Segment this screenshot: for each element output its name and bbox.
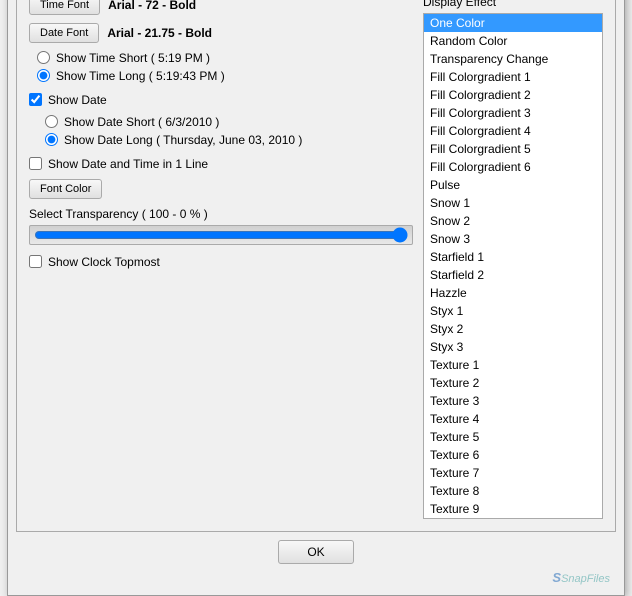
time-font-row: Time Font Arial - 72 - Bold xyxy=(29,0,413,15)
effect-item[interactable]: Snow 3 xyxy=(424,230,602,248)
ok-button[interactable]: OK xyxy=(278,540,353,564)
effect-item[interactable]: Starfield 2 xyxy=(424,266,602,284)
effect-item[interactable]: Snow 1 xyxy=(424,194,602,212)
effect-item[interactable]: Texture 6 xyxy=(424,446,602,464)
show-date-checkbox[interactable] xyxy=(29,93,42,106)
show-date-short-radio[interactable] xyxy=(45,115,58,128)
show-clock-topmost-label: Show Clock Topmost xyxy=(48,255,160,269)
show-time-short-radio[interactable] xyxy=(37,51,50,64)
show-date-long-option[interactable]: Show Date Long ( Thursday, June 03, 2010… xyxy=(45,133,413,147)
effect-item[interactable]: Random Color xyxy=(424,32,602,50)
effect-item[interactable]: Starfield 1 xyxy=(424,248,602,266)
show-date-long-radio[interactable] xyxy=(45,133,58,146)
show-clock-topmost-checkbox[interactable] xyxy=(29,255,42,268)
transparency-label: Select Transparency ( 100 - 0 % ) xyxy=(29,207,413,221)
effect-item[interactable]: Styx 2 xyxy=(424,320,602,338)
effect-item[interactable]: Texture 3 xyxy=(424,392,602,410)
effect-item[interactable]: Fill Colorgradient 5 xyxy=(424,140,602,158)
effect-item[interactable]: Texture 2 xyxy=(424,374,602,392)
effect-item[interactable]: Hazzle xyxy=(424,284,602,302)
effect-item[interactable]: Texture 8 xyxy=(424,482,602,500)
right-panel: Display Effect One ColorRandom ColorTran… xyxy=(423,0,603,519)
show-date-short-label: Show Date Short ( 6/3/2010 ) xyxy=(64,115,219,129)
show-time-long-radio[interactable] xyxy=(37,69,50,82)
show-date-long-label: Show Date Long ( Thursday, June 03, 2010… xyxy=(64,133,302,147)
effect-item[interactable]: Fill Colorgradient 3 xyxy=(424,104,602,122)
show-clock-topmost-row[interactable]: Show Clock Topmost xyxy=(29,255,413,269)
effect-item[interactable]: One Color xyxy=(424,14,602,32)
effect-item[interactable]: Fill Colorgradient 4 xyxy=(424,122,602,140)
effect-item[interactable]: Styx 1 xyxy=(424,302,602,320)
effect-item[interactable]: Pulse xyxy=(424,176,602,194)
slider-track xyxy=(29,225,413,245)
effect-item[interactable]: Transparency Change xyxy=(424,50,602,68)
show-date-time-1line-row[interactable]: Show Date and Time in 1 Line xyxy=(29,157,413,171)
time-font-button[interactable]: Time Font xyxy=(29,0,100,15)
bottom-row: OK xyxy=(16,532,616,568)
transparency-slider[interactable] xyxy=(34,227,408,243)
time-font-value: Arial - 72 - Bold xyxy=(108,0,196,12)
effect-listbox[interactable]: One ColorRandom ColorTransparency Change… xyxy=(423,13,603,519)
show-time-short-label: Show Time Short ( 5:19 PM ) xyxy=(56,51,210,65)
date-font-value: Arial - 21.75 - Bold xyxy=(107,26,212,40)
effect-item[interactable]: Fill Colorgradient 6 xyxy=(424,158,602,176)
font-color-button[interactable]: Font Color xyxy=(29,179,102,199)
effect-item[interactable]: Snow 2 xyxy=(424,212,602,230)
show-date-time-1line-checkbox[interactable] xyxy=(29,157,42,170)
show-time-short-option[interactable]: Show Time Short ( 5:19 PM ) xyxy=(37,51,413,65)
tab-content: Time Font Arial - 72 - Bold Date Font Ar… xyxy=(16,0,616,532)
effect-item[interactable]: Texture 5 xyxy=(424,428,602,446)
window-content: Visual Style Alarm Time Font Arial - 72 … xyxy=(8,0,624,595)
left-panel: Time Font Arial - 72 - Bold Date Font Ar… xyxy=(29,0,413,519)
show-date-time-1line-label: Show Date and Time in 1 Line xyxy=(48,157,208,171)
show-time-long-option[interactable]: Show Time Long ( 5:19:43 PM ) xyxy=(37,69,413,83)
display-effect-label: Display Effect xyxy=(423,0,603,9)
date-display-group: Show Date Short ( 6/3/2010 ) Show Date L… xyxy=(45,115,413,147)
show-time-long-label: Show Time Long ( 5:19:43 PM ) xyxy=(56,69,225,83)
show-date-short-option[interactable]: Show Date Short ( 6/3/2010 ) xyxy=(45,115,413,129)
effect-item[interactable]: Texture 1 xyxy=(424,356,602,374)
date-font-button[interactable]: Date Font xyxy=(29,23,99,43)
time-display-group: Show Time Short ( 5:19 PM ) Show Time Lo… xyxy=(37,51,413,83)
effect-item[interactable]: Fill Colorgradient 1 xyxy=(424,68,602,86)
show-date-label: Show Date xyxy=(48,93,107,107)
main-window: CrazyClock - Settings Visual Style Alarm… xyxy=(7,0,625,596)
effect-item[interactable]: Texture 4 xyxy=(424,410,602,428)
show-date-checkbox-row[interactable]: Show Date xyxy=(29,93,413,107)
effect-item[interactable]: Texture 7 xyxy=(424,464,602,482)
date-font-row: Date Font Arial - 21.75 - Bold xyxy=(29,23,413,43)
effect-item[interactable]: Texture 9 xyxy=(424,500,602,518)
transparency-section: Select Transparency ( 100 - 0 % ) xyxy=(29,207,413,245)
effect-item[interactable]: Styx 3 xyxy=(424,338,602,356)
show-date-section: Show Date Short ( 6/3/2010 ) Show Date L… xyxy=(37,115,413,147)
font-color-row: Font Color xyxy=(29,179,413,199)
snapfiles-watermark: SSnapFiles xyxy=(16,568,616,587)
effect-item[interactable]: Fill Colorgradient 2 xyxy=(424,86,602,104)
